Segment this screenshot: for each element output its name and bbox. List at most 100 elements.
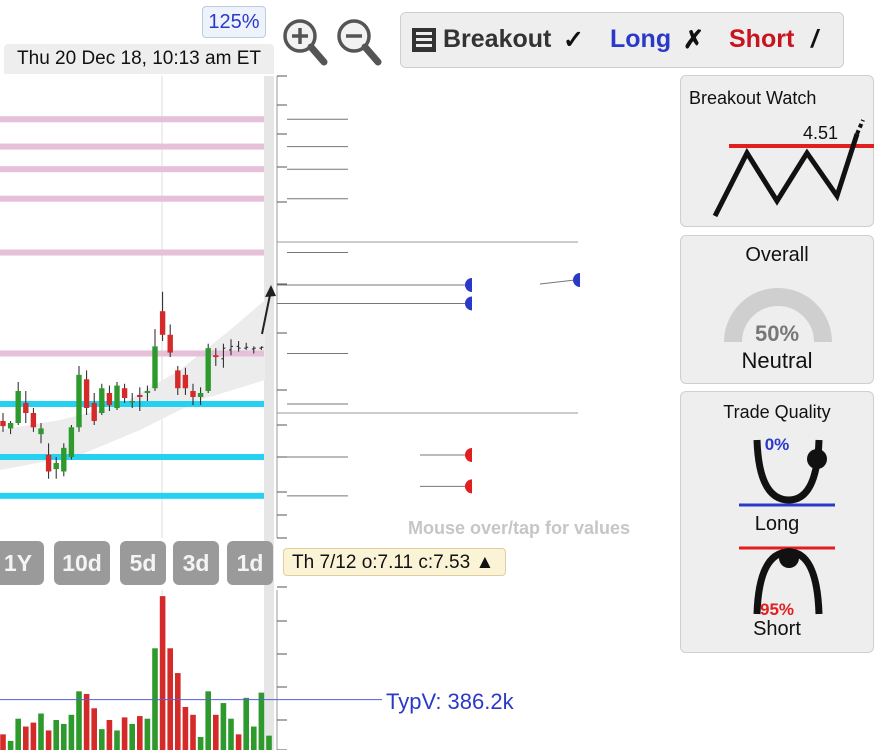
date-time-label: Thu 20 Dec 18, 10:13 am ET bbox=[4, 44, 274, 74]
candle-body bbox=[7, 423, 14, 429]
stop-marker-icon bbox=[465, 479, 472, 494]
volume-bar bbox=[213, 714, 219, 750]
typical-volume-label: TypV: 386.2k bbox=[386, 689, 514, 714]
chart-scroll-strip bbox=[264, 76, 274, 750]
volume-bar bbox=[121, 717, 128, 750]
target-marker-icon bbox=[465, 296, 472, 311]
resistance-band bbox=[0, 166, 264, 173]
support-band bbox=[0, 454, 264, 460]
long-cross-icon: ✗ bbox=[683, 26, 704, 54]
candle-body bbox=[182, 374, 189, 389]
candle-body bbox=[45, 454, 52, 472]
stop-marker-icon bbox=[465, 448, 472, 462]
candle-body bbox=[23, 403, 29, 413]
volume-bar bbox=[190, 714, 196, 750]
long-label[interactable]: Long bbox=[610, 25, 671, 54]
volume-bar bbox=[114, 730, 120, 750]
overall-pct: 50% bbox=[754, 321, 800, 346]
breakout-marker-icon bbox=[573, 273, 580, 287]
volume-bar bbox=[228, 718, 234, 750]
candle-body bbox=[205, 348, 211, 391]
candle-body bbox=[76, 374, 82, 428]
volume-bar bbox=[23, 726, 29, 750]
candle-body bbox=[0, 421, 6, 427]
range-button-5d[interactable]: 5d bbox=[120, 541, 166, 585]
range-button-10d[interactable]: 10d bbox=[54, 541, 110, 585]
hover-hint: Mouse over/tap for values bbox=[408, 518, 631, 538]
candle-body bbox=[68, 427, 75, 457]
volume-bar bbox=[15, 718, 21, 750]
volume-bar bbox=[106, 720, 113, 750]
long-quality-label: Long bbox=[754, 513, 800, 535]
candle-body bbox=[83, 379, 90, 408]
volume-bar bbox=[91, 708, 97, 750]
volume-bar bbox=[175, 673, 181, 750]
trade-mode-bar: Breakout ✓ Long ✗ Short / bbox=[400, 12, 844, 68]
volume-bar bbox=[159, 596, 166, 750]
resistance-band bbox=[0, 143, 264, 150]
candle-body bbox=[106, 393, 113, 405]
volume-bar bbox=[61, 723, 67, 750]
volume-bar bbox=[197, 736, 204, 750]
breakout-label[interactable]: Breakout bbox=[443, 25, 551, 54]
volume-profile-band bbox=[0, 300, 265, 470]
zoom-in-icon[interactable] bbox=[280, 16, 330, 68]
volume-bar bbox=[129, 723, 135, 750]
breakout-watch-panel[interactable]: Breakout Watch 4.51 bbox=[680, 75, 874, 227]
candle-body bbox=[213, 355, 219, 358]
candle-body bbox=[159, 311, 166, 335]
candle-body bbox=[144, 391, 151, 393]
volume-bar bbox=[235, 734, 242, 750]
ohlc-tooltip: Th 7/12 o:7.11 c:7.53 ▲ bbox=[283, 548, 506, 576]
volume-bar bbox=[83, 693, 90, 750]
overall-rating: Neutral bbox=[741, 348, 813, 373]
breakout-leader bbox=[539, 279, 576, 285]
volume-bar bbox=[144, 718, 151, 750]
short-quality-label: Short bbox=[753, 618, 801, 640]
ohlc-text: Th 7/12 o:7.11 c:7.53 ▲ bbox=[292, 552, 495, 573]
overall-panel[interactable]: Overall 50% Neutral bbox=[680, 235, 874, 384]
candle-body bbox=[61, 447, 67, 472]
candle-body bbox=[190, 391, 196, 397]
candle-body bbox=[114, 385, 120, 408]
list-icon[interactable] bbox=[411, 27, 437, 60]
short-slash-icon: / bbox=[811, 25, 818, 53]
volume-bar bbox=[7, 740, 14, 750]
candle-body bbox=[38, 428, 44, 435]
volume-bar bbox=[30, 722, 37, 750]
range-button-1d[interactable]: 1d bbox=[227, 541, 273, 585]
candle-body bbox=[197, 393, 204, 397]
volume-bar bbox=[258, 692, 265, 750]
volume-bar bbox=[99, 729, 105, 750]
candle-body bbox=[99, 388, 105, 413]
volume-bar bbox=[38, 713, 44, 750]
volume-bar bbox=[182, 706, 189, 750]
range-button-1y[interactable]: 1Y bbox=[0, 541, 44, 585]
candle-body bbox=[129, 401, 135, 403]
volume-bar bbox=[0, 734, 6, 750]
short-quality-pct: 95% bbox=[759, 600, 795, 619]
volume-bar bbox=[266, 735, 272, 750]
support-band bbox=[0, 492, 264, 499]
breakout-check-icon: ✓ bbox=[563, 26, 584, 54]
trade-quality-panel[interactable]: Trade Quality 0% Long 95% Short bbox=[680, 391, 874, 653]
resistance-band bbox=[0, 195, 264, 202]
candle-body bbox=[30, 413, 37, 428]
candle-body bbox=[15, 391, 21, 423]
volume-bar bbox=[45, 730, 52, 750]
candle-body bbox=[137, 395, 143, 397]
candle-body bbox=[53, 463, 59, 470]
candle-body bbox=[175, 370, 181, 389]
short-label[interactable]: Short bbox=[729, 25, 794, 54]
range-button-3d[interactable]: 3d bbox=[173, 541, 219, 585]
zoom-level: 125% bbox=[202, 6, 266, 38]
candle-body bbox=[152, 346, 158, 389]
zoom-out-icon[interactable] bbox=[334, 16, 384, 68]
target-marker-icon bbox=[465, 278, 472, 292]
candle-body bbox=[91, 403, 97, 421]
volume-bar bbox=[53, 720, 59, 750]
volume-bar bbox=[243, 697, 249, 750]
candle-body bbox=[121, 388, 128, 398]
resistance-band bbox=[0, 116, 264, 123]
volume-bar bbox=[220, 703, 227, 750]
